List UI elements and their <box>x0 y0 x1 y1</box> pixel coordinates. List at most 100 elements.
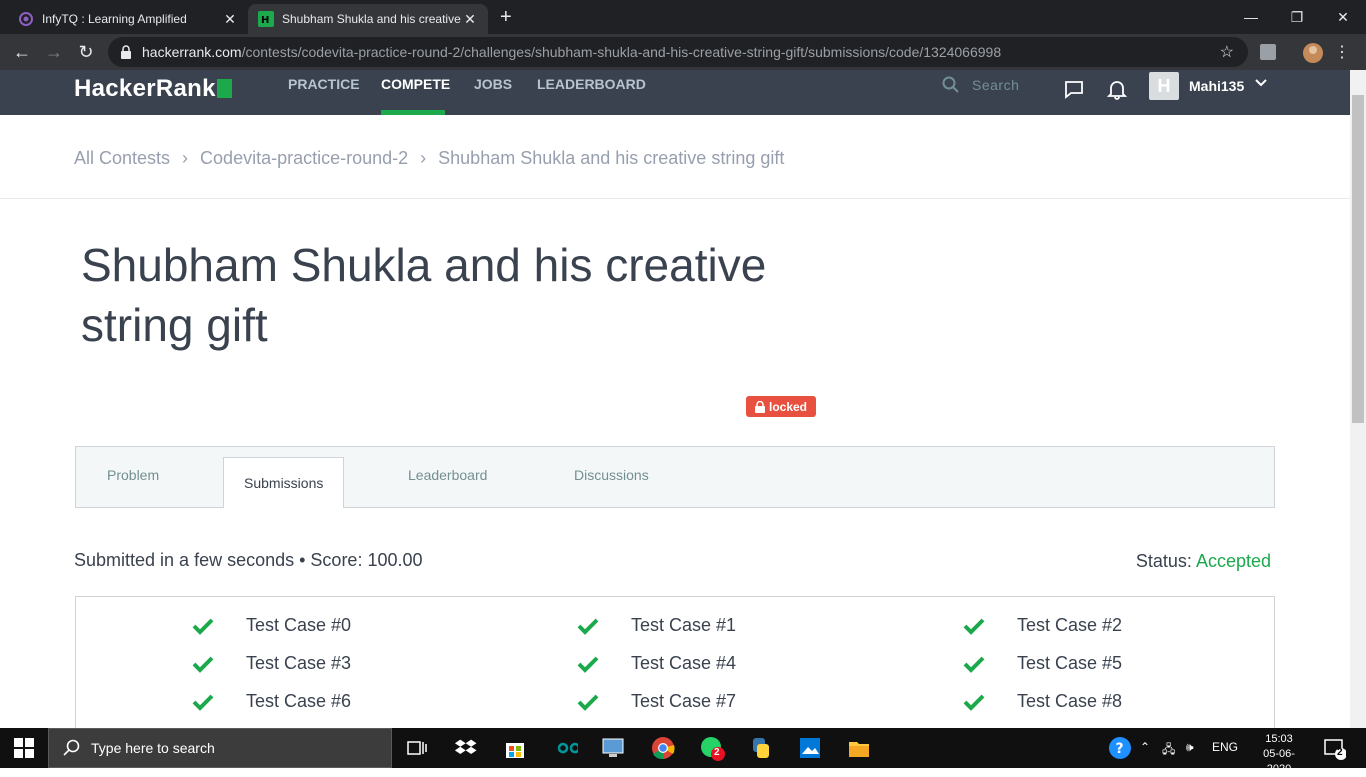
submission-summary: Submitted in a few seconds • Score: 100.… <box>74 550 423 570</box>
challenge-tabs: Problem Submissions Leaderboard Discussi… <box>75 446 1275 508</box>
page-title: Shubham Shukla and his creative string g… <box>81 239 767 351</box>
submission-status: Status: Accepted <box>1135 551 1271 571</box>
web-page: HackerRank PRACTICE COMPETE JOBS LEADERB… <box>0 70 1350 728</box>
checkmark-icon <box>577 694 599 711</box>
whatsapp-badge: 2 <box>714 747 720 758</box>
checkmark-icon <box>577 618 599 635</box>
breadcrumb-challenge[interactable]: Shubham Shukla and his creative string g… <box>438 148 784 169</box>
notifications-bell-icon[interactable] <box>1106 78 1128 100</box>
chevron-down-icon[interactable] <box>1254 76 1268 93</box>
test-case-results: Test Case #0 Test Case #1 Test Case #2 T… <box>75 596 1275 728</box>
test-case-item[interactable]: Test Case #6 <box>192 691 351 712</box>
active-nav-indicator <box>381 110 445 115</box>
minimize-icon[interactable]: — <box>1228 0 1274 34</box>
test-case-item[interactable]: Test Case #7 <box>577 691 736 712</box>
chrome-icon[interactable] <box>651 736 675 760</box>
volume-icon[interactable]: 🕪 <box>1186 740 1194 755</box>
checkmark-icon <box>192 694 214 711</box>
browser-tab-strip: InfyTQ : Learning Amplified ✕ H Shubham … <box>0 0 1366 34</box>
window-close-icon[interactable]: ✕ <box>1320 0 1366 34</box>
checkmark-icon <box>192 618 214 635</box>
checkmark-icon <box>192 656 214 673</box>
nav-practice[interactable]: PRACTICE <box>288 76 360 92</box>
taskbar-search-box[interactable]: Type here to search <box>48 728 392 768</box>
url-text: hackerrank.com/contests/codevita-practic… <box>142 44 1002 60</box>
browser-menu-icon[interactable]: ⋮ <box>1332 42 1352 62</box>
notification-count: 2 <box>1337 747 1343 758</box>
scrollbar-thumb[interactable] <box>1352 95 1364 423</box>
language-indicator[interactable]: ENG <box>1212 740 1238 754</box>
chevron-up-icon[interactable]: ⌃ <box>1140 740 1150 754</box>
task-view-icon[interactable] <box>405 736 429 760</box>
breadcrumb-all-contests[interactable]: All Contests <box>74 148 170 169</box>
address-bar[interactable]: hackerrank.com/contests/codevita-practic… <box>108 37 1248 67</box>
test-case-item[interactable]: Test Case #3 <box>192 653 351 674</box>
test-case-item[interactable]: Test Case #0 <box>192 615 351 636</box>
username[interactable]: Mahi135 <box>1189 78 1244 94</box>
browser-tab-hackerrank[interactable]: H Shubham Shukla and his creative ✕ <box>248 4 488 34</box>
hackerrank-logo[interactable]: HackerRank <box>74 75 232 103</box>
tab-submissions[interactable]: Submissions <box>223 457 345 508</box>
remote-desktop-icon[interactable] <box>601 736 625 760</box>
padlock-icon <box>755 400 765 413</box>
breadcrumb-contest[interactable]: Codevita-practice-round-2 <box>200 148 408 169</box>
close-tab-icon[interactable]: ✕ <box>222 11 238 28</box>
photos-icon[interactable] <box>798 736 822 760</box>
tab-leaderboard[interactable]: Leaderboard <box>408 467 487 483</box>
browser-toolbar: ← → ↻ hackerrank.com/contests/codevita-p… <box>0 34 1366 70</box>
nav-leaderboard[interactable]: LEADERBOARD <box>537 76 646 92</box>
restore-icon[interactable]: ❐ <box>1274 0 1320 34</box>
tab-discussions[interactable]: Discussions <box>574 467 649 483</box>
search-placeholder: Search <box>972 77 1020 93</box>
infytq-favicon-icon <box>18 11 34 27</box>
tab-title: InfyTQ : Learning Amplified <box>42 12 187 26</box>
status-value: Accepted <box>1195 551 1271 571</box>
close-tab-icon[interactable]: ✕ <box>462 11 478 28</box>
checkmark-icon <box>963 618 985 635</box>
checkmark-icon <box>963 694 985 711</box>
new-tab-icon[interactable]: + <box>500 6 512 29</box>
arduino-icon[interactable] <box>552 736 581 760</box>
clock[interactable]: 15:03 05-06-2020 <box>1252 732 1306 777</box>
messages-icon[interactable] <box>1063 78 1085 100</box>
bookmark-star-icon[interactable]: ☆ <box>1220 42 1234 62</box>
test-case-item[interactable]: Test Case #4 <box>577 653 736 674</box>
svg-text:H: H <box>261 15 269 26</box>
windows-taskbar: Type here to search 2 ? ⌃ 🖧 🕪 ENG 15:03 0… <box>0 728 1366 775</box>
action-center-icon[interactable]: 2 <box>1322 736 1347 760</box>
checkmark-icon <box>577 656 599 673</box>
divider <box>0 198 1350 199</box>
site-navbar: HackerRank PRACTICE COMPETE JOBS LEADERB… <box>0 70 1350 115</box>
chevron-right-icon: › <box>420 148 427 168</box>
profile-avatar-icon[interactable] <box>1302 42 1323 63</box>
dropbox-icon[interactable] <box>454 736 478 760</box>
network-icon[interactable]: 🖧 <box>1162 740 1175 761</box>
locked-badge: locked <box>746 396 817 417</box>
site-search[interactable]: Search <box>942 76 1019 94</box>
reload-icon[interactable]: ↻ <box>76 42 96 62</box>
lock-icon <box>121 45 131 59</box>
test-case-item[interactable]: Test Case #1 <box>577 615 736 636</box>
whatsapp-icon[interactable]: 2 <box>700 736 725 761</box>
windows-start-icon[interactable] <box>14 736 38 760</box>
store-icon[interactable] <box>503 736 527 760</box>
tab-problem[interactable]: Problem <box>107 467 159 483</box>
file-explorer-icon[interactable] <box>847 736 871 760</box>
nav-jobs[interactable]: JOBS <box>474 76 512 92</box>
test-case-item[interactable]: Test Case #2 <box>963 615 1122 636</box>
back-arrow-icon[interactable]: ← <box>12 42 32 62</box>
forward-arrow-icon[interactable]: → <box>44 42 64 62</box>
test-case-item[interactable]: Test Case #8 <box>963 691 1122 712</box>
user-avatar[interactable]: H <box>1149 72 1179 100</box>
browser-tab-infytq[interactable]: InfyTQ : Learning Amplified ✕ <box>8 4 248 34</box>
python-icon[interactable] <box>749 736 773 760</box>
extension-icon[interactable] <box>1258 42 1278 62</box>
chevron-right-icon: › <box>182 148 189 168</box>
breadcrumb: All Contests › Codevita-practice-round-2… <box>74 148 784 169</box>
tab-title: Shubham Shukla and his creative <box>282 12 461 26</box>
nav-compete[interactable]: COMPETE <box>381 76 450 92</box>
test-case-item[interactable]: Test Case #5 <box>963 653 1122 674</box>
help-icon[interactable]: ? <box>1108 736 1132 760</box>
hackerrank-favicon-icon: H <box>258 11 274 27</box>
search-icon <box>942 76 959 93</box>
